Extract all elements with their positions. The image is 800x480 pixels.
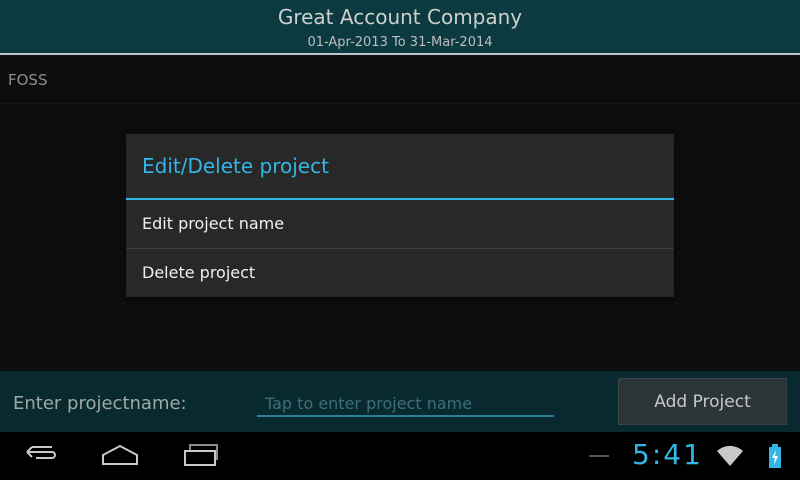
company-title: Great Account Company: [277, 5, 523, 29]
add-project-bar: Enter projectname: Add Project: [0, 371, 800, 432]
clock: 5:41: [632, 438, 703, 471]
edit-delete-dialog: Edit/Delete project Edit project name De…: [126, 134, 674, 297]
project-name-prompt: Enter projectname:: [13, 393, 187, 414]
delete-project-option[interactable]: Delete project: [126, 249, 674, 297]
dialog-title: Edit/Delete project: [142, 154, 329, 178]
edit-project-name-option[interactable]: Edit project name: [126, 200, 674, 248]
add-project-button[interactable]: Add Project: [618, 378, 787, 425]
project-name-input[interactable]: [257, 391, 554, 417]
battery-icon: [768, 444, 782, 472]
fiscal-period: 01-Apr-2013 To 31-Mar-2014: [307, 35, 493, 50]
app-header: Great Account Company 01-Apr-2013 To 31-…: [0, 0, 800, 53]
notification-dash-icon: [589, 455, 609, 457]
wifi-icon: [716, 444, 744, 472]
home-icon[interactable]: [100, 442, 140, 472]
option-label: Edit project name: [142, 214, 285, 233]
list-item[interactable]: FOSS: [0, 55, 800, 104]
project-name: FOSS: [8, 71, 48, 89]
back-icon[interactable]: [22, 442, 58, 472]
system-navigation-bar: 5:41: [0, 432, 800, 480]
recents-icon[interactable]: [182, 442, 220, 472]
option-label: Delete project: [142, 263, 256, 282]
